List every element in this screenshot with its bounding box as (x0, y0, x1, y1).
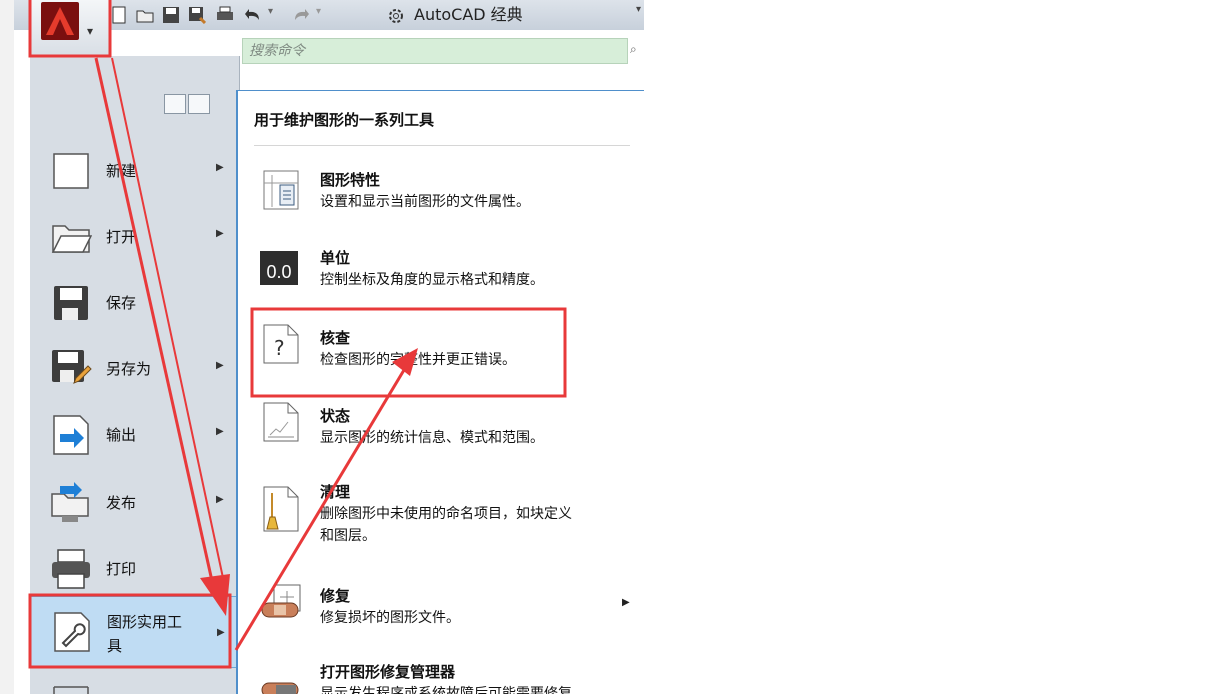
submenu-item-title: 状态 (320, 407, 351, 425)
menu-item-new[interactable]: 新建 ▶ (30, 140, 240, 202)
open-folder-icon (50, 216, 93, 258)
submenu-item-title: 核查 (320, 329, 351, 347)
recover-bandage-icon (260, 583, 302, 625)
recovery-manager-icon (260, 677, 302, 694)
chevron-right-icon: ▶ (216, 494, 224, 505)
menu-item-label: 保存 (106, 294, 137, 312)
chevron-right-icon: ▶ (216, 162, 224, 173)
status-chart-icon (260, 401, 302, 443)
chevron-down-icon: ▾ (87, 24, 94, 38)
workspace-gear-icon[interactable] (386, 6, 404, 24)
submenu-item-description: 检查图形的完整性并更正错误。 (320, 352, 516, 368)
submenu-item-purge[interactable]: 清理 删除图形中未使用的命名项目，如块定义 和图层。 (238, 475, 644, 565)
save-icon[interactable] (162, 6, 180, 24)
wrench-icon (51, 611, 93, 653)
submenu-item-title: 图形特性 (320, 171, 381, 189)
menu-item-label: 打印 (106, 560, 137, 578)
application-menu-button[interactable]: ▾ (30, 0, 110, 56)
new-icon[interactable] (110, 6, 128, 24)
units-icon: 0.0 (260, 251, 298, 285)
workspace-label[interactable]: AutoCAD 经典 (414, 1, 523, 25)
menu-item-save[interactable]: 保存 (30, 272, 240, 334)
submenu-item-status[interactable]: 状态 显示图形的统计信息、模式和范围。 (238, 397, 644, 461)
submenu-item-recover[interactable]: 修复 修复损坏的图形文件。 ▶ (238, 579, 644, 643)
save-as-icon (50, 348, 92, 390)
menu-item-label: 发布 (106, 494, 137, 512)
menu-item-label: 新建 (106, 162, 137, 180)
chevron-right-icon: ▶ (622, 597, 630, 608)
print-icon[interactable] (216, 6, 234, 24)
submenu-item-title: 单位 (320, 249, 351, 267)
redo-dropdown-icon[interactable]: ▾ (316, 6, 334, 24)
menu-item-close[interactable] (30, 672, 240, 694)
submenu-item-description: 显示发生程序或系统故障后可能需要修复 (320, 686, 572, 694)
printer-icon (50, 548, 92, 590)
recent-documents-toolbar (164, 94, 212, 118)
menu-item-label: 输出 (106, 426, 137, 444)
purge-broom-icon (260, 485, 302, 532)
autocad-logo-icon (41, 2, 79, 40)
submenu-item-drawing-properties[interactable]: 图形特性 设置和显示当前图形的文件属性。 (238, 163, 644, 227)
submenu-item-description: 修复损坏的图形文件。 (320, 610, 460, 626)
submenu-item-title: 清理 (320, 483, 351, 501)
publish-icon (50, 482, 92, 524)
search-input[interactable]: 搜索命令 (242, 38, 628, 64)
submenu-item-description-line1: 删除图形中未使用的命名项目，如块定义 (320, 506, 572, 522)
submenu-item-title: 打开图形修复管理器 (320, 663, 456, 681)
menu-item-print[interactable]: 打印 (30, 538, 240, 600)
save-disk-icon (50, 282, 92, 324)
submenu-item-description: 控制坐标及角度的显示格式和精度。 (320, 272, 544, 288)
search-icon[interactable]: ⌕ (630, 42, 637, 57)
submenu-item-units[interactable]: 0.0 单位 控制坐标及角度的显示格式和精度。 (238, 241, 644, 305)
divider (254, 145, 630, 146)
menu-item-label-line2: 具 (107, 637, 123, 655)
svg-text:?: ? (274, 336, 285, 360)
undo-dropdown-icon[interactable]: ▾ (268, 6, 286, 24)
chevron-down-icon[interactable]: ▾ (636, 4, 641, 15)
recent-documents-icon[interactable] (164, 94, 186, 114)
search-bar: 搜索命令 ⌕ (240, 36, 644, 66)
menu-item-open[interactable]: 打开 ▶ (30, 206, 240, 268)
drawing-properties-icon (260, 169, 302, 211)
open-icon[interactable] (136, 6, 154, 24)
menu-item-publish[interactable]: 发布 ▶ (30, 472, 240, 534)
menu-item-drawing-utilities[interactable]: 图形实用工 具 ▶ (30, 596, 240, 668)
close-document-icon (50, 682, 92, 694)
menu-item-save-as[interactable]: 另存为 ▶ (30, 338, 240, 400)
submenu-panel: 用于维护图形的一系列工具 图形特性 设置和显示当前图形的文件属性。 0.0 单位… (236, 90, 644, 694)
menu-item-label: 另存为 (106, 360, 152, 378)
chevron-right-icon: ▶ (216, 360, 224, 371)
autocad-application-menu: ▾ ▾ AutoCAD 经典 ▾ ▾ 新建 ▶ 打开 ▶ 保存 另存为 ▶ 输出… (14, 0, 644, 694)
undo-icon[interactable] (244, 6, 262, 24)
chevron-right-icon: ▶ (216, 426, 224, 437)
submenu-item-description: 设置和显示当前图形的文件属性。 (320, 194, 530, 210)
page-margin (0, 0, 14, 694)
submenu-item-description-line2: 和图层。 (320, 528, 376, 544)
submenu-item-drawing-recovery-manager[interactable]: 打开图形修复管理器 显示发生程序或系统故障后可能需要修复 (238, 657, 644, 694)
submenu-item-description: 显示图形的统计信息、模式和范围。 (320, 430, 544, 446)
submenu-item-title: 修复 (320, 587, 351, 605)
audit-question-icon: ? (260, 323, 302, 365)
menu-item-export[interactable]: 输出 ▶ (30, 404, 240, 466)
submenu-title: 用于维护图形的一系列工具 (254, 111, 435, 129)
new-document-icon (50, 150, 92, 192)
redo-icon[interactable] (292, 6, 310, 24)
menu-item-label: 打开 (106, 228, 137, 246)
save-as-icon[interactable] (188, 6, 206, 24)
submenu-item-audit[interactable]: ? 核查 检查图形的完整性并更正错误。 (238, 319, 644, 383)
open-documents-icon[interactable] (188, 94, 210, 114)
export-icon (50, 414, 92, 456)
menu-item-label-line1: 图形实用工 (107, 613, 183, 631)
screenshot-stage: ▾ ▾ AutoCAD 经典 ▾ ▾ 新建 ▶ 打开 ▶ 保存 另存为 ▶ 输出… (0, 0, 1227, 694)
chevron-right-icon: ▶ (217, 627, 225, 638)
chevron-right-icon: ▶ (216, 228, 224, 239)
